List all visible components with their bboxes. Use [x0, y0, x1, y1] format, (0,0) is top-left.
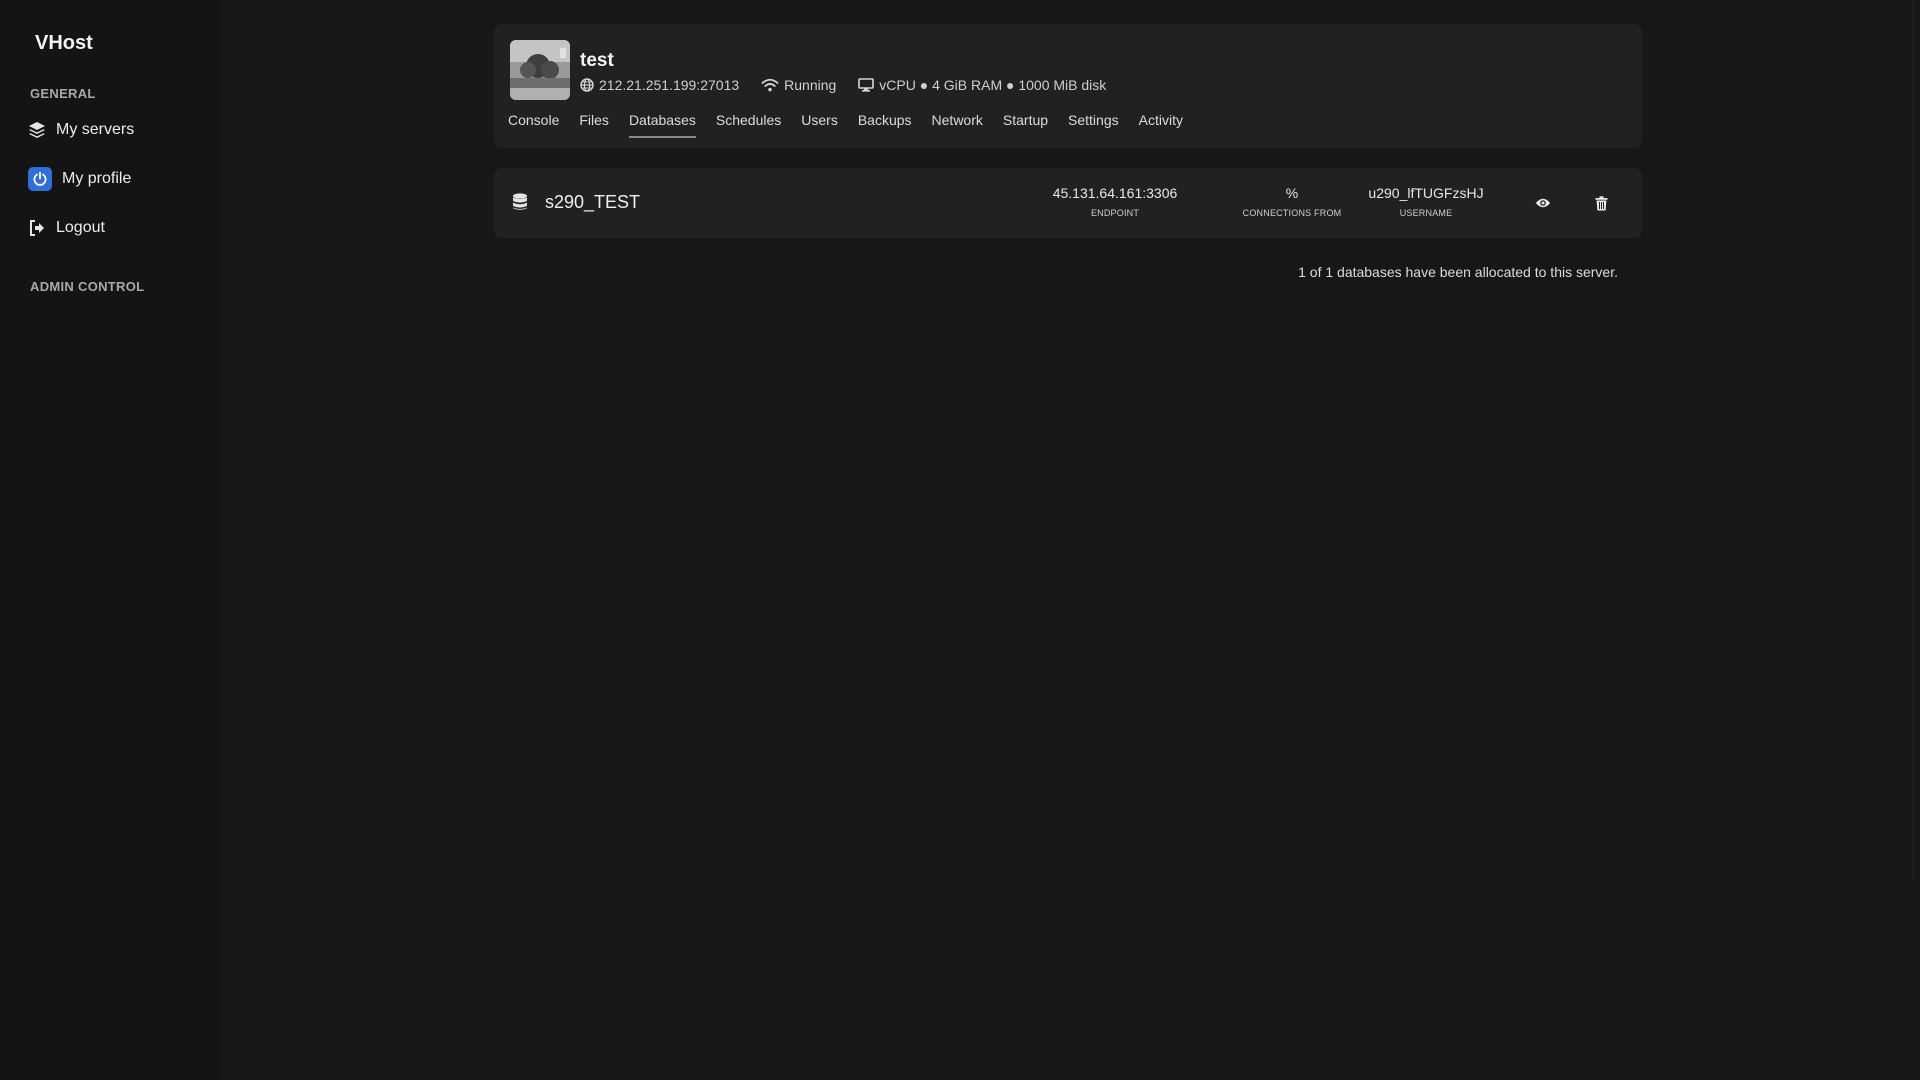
- database-endpoint: 45.131.64.161:3306 ENDPOINT: [1040, 185, 1190, 218]
- layers-icon: [29, 122, 45, 138]
- tab-activity[interactable]: Activity: [1129, 110, 1193, 138]
- connections-from-value: %: [1285, 185, 1299, 201]
- logout-icon: [30, 220, 44, 236]
- database-connections-from: % CONNECTIONS FROM: [1232, 185, 1352, 218]
- eye-icon: [1535, 198, 1551, 208]
- endpoint-value[interactable]: 45.131.64.161:3306: [1040, 185, 1190, 201]
- database-username: u290_lfTUGFzsHJ USERNAME: [1366, 185, 1486, 218]
- endpoint-label: ENDPOINT: [1090, 208, 1140, 218]
- view-password-button[interactable]: [1530, 190, 1556, 216]
- tab-schedules[interactable]: Schedules: [706, 110, 791, 138]
- database-name: s290_TEST: [545, 192, 641, 212]
- server-meta: 212.21.251.199:27013 Running vCPU ● 4 Gi…: [580, 75, 1128, 95]
- sidebar-item-label: Logout: [56, 219, 105, 236]
- server-address[interactable]: 212.21.251.199:27013: [599, 77, 739, 93]
- database-icon: [513, 193, 527, 210]
- sidebar-item-my-servers[interactable]: My servers: [28, 114, 134, 146]
- sidebar-item-logout[interactable]: Logout: [28, 212, 105, 244]
- trash-icon: [1595, 195, 1607, 210]
- section-title-general: GENERAL: [30, 86, 96, 101]
- sidebar: VHost GENERAL My servers My profile Logo…: [0, 0, 220, 1080]
- tab-startup[interactable]: Startup: [993, 110, 1058, 138]
- monitor-icon: [858, 78, 875, 92]
- server-status-group: Running: [761, 77, 836, 93]
- server-address-group: 212.21.251.199:27013: [580, 77, 739, 93]
- database-row: s290_TEST 45.131.64.161:3306 ENDPOINT % …: [494, 168, 1642, 238]
- tab-console[interactable]: Console: [508, 110, 569, 138]
- server-avatar: [510, 40, 570, 100]
- connections-from-label: CONNECTIONS FROM: [1242, 208, 1342, 218]
- tab-backups[interactable]: Backups: [848, 110, 922, 138]
- sidebar-item-label: My servers: [56, 121, 135, 138]
- username-label: USERNAME: [1399, 208, 1453, 218]
- tab-settings[interactable]: Settings: [1058, 110, 1129, 138]
- server-resources: vCPU ● 4 GiB RAM ● 1000 MiB disk: [879, 77, 1107, 93]
- username-value[interactable]: u290_lfTUGFzsHJ: [1366, 185, 1486, 201]
- globe-icon: [580, 78, 594, 92]
- tab-users[interactable]: Users: [791, 110, 848, 138]
- scrollbar-track[interactable]: [1912, 0, 1914, 880]
- brand-title[interactable]: VHost: [35, 32, 93, 55]
- server-header-card: test 212.21.251.199:27013 Running vCPU ●…: [494, 24, 1642, 148]
- sidebar-item-my-profile[interactable]: My profile: [28, 163, 131, 195]
- server-status: Running: [784, 77, 837, 93]
- server-resources-group: vCPU ● 4 GiB RAM ● 1000 MiB disk: [858, 77, 1106, 93]
- tab-network[interactable]: Network: [922, 110, 993, 138]
- tab-databases[interactable]: Databases: [619, 110, 706, 138]
- delete-database-button[interactable]: [1588, 190, 1614, 216]
- server-tabs: Console Files Databases Schedules Users …: [508, 110, 1193, 138]
- sidebar-item-label: My profile: [62, 170, 132, 187]
- tab-files[interactable]: Files: [569, 110, 619, 138]
- wifi-icon: [761, 78, 779, 92]
- database-allocation-note: 1 of 1 databases have been allocated to …: [1298, 264, 1618, 280]
- power-icon: [28, 167, 52, 191]
- server-name: test: [580, 50, 614, 71]
- section-title-admin-control: ADMIN CONTROL: [30, 279, 145, 294]
